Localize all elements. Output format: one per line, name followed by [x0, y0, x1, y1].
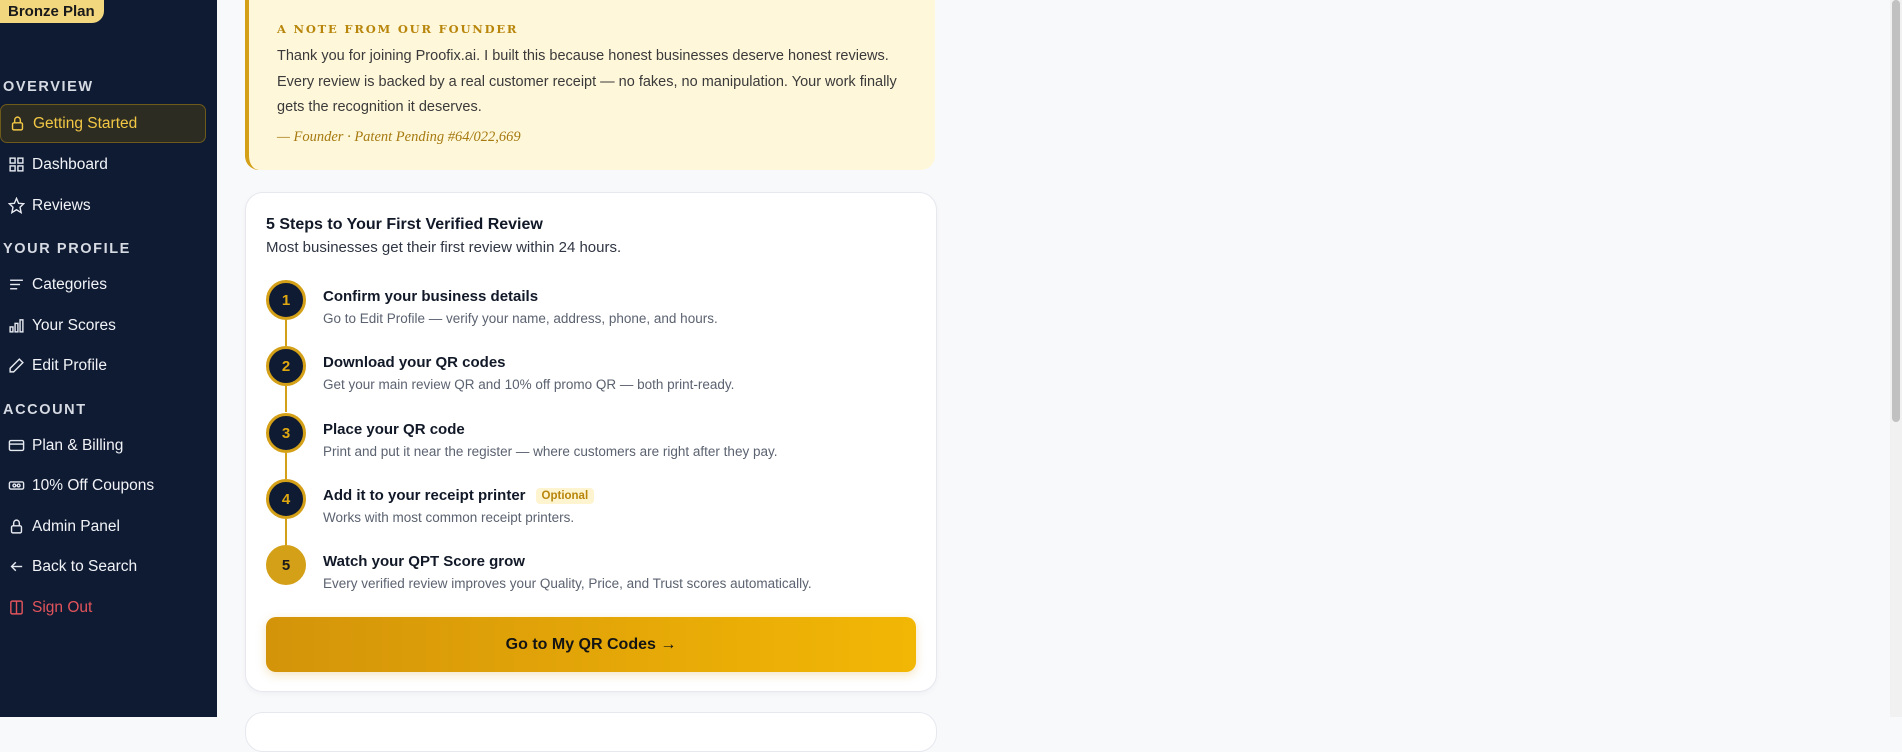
step-number: 5	[266, 545, 306, 585]
sidebar-item-getting-started[interactable]: Getting Started	[0, 104, 206, 143]
steps-card: 5 Steps to Your First Verified Review Mo…	[245, 192, 937, 692]
scrollbar[interactable]	[1890, 0, 1902, 717]
founder-note-title: A NOTE FROM OUR FOUNDER	[277, 22, 519, 36]
sidebar-item-label: 10% Off Coupons	[32, 476, 155, 494]
sidebar-item-admin-panel[interactable]: Admin Panel	[0, 507, 206, 546]
step-connector	[285, 519, 287, 545]
sidebar-item-edit-profile[interactable]: Edit Profile	[0, 346, 206, 385]
sidebar-item-categories[interactable]: Categories	[0, 265, 206, 304]
sidebar-item-sign-out[interactable]: Sign Out	[0, 588, 206, 627]
lock-icon	[5, 115, 29, 132]
optional-badge: Optional	[535, 488, 595, 504]
steps-card-subtitle: Most businesses get their first review w…	[266, 239, 622, 256]
sign-out-icon	[4, 599, 28, 616]
step-number: 2	[266, 346, 306, 386]
step-connector	[285, 320, 287, 346]
founder-note-line: Thank you for joining Proofix.ai. I buil…	[277, 48, 889, 64]
founder-note-body: Thank you for joining Proofix.ai. I buil…	[277, 44, 905, 121]
step-title: Confirm your business details	[323, 288, 539, 305]
sidebar-item-label: Plan & Billing	[32, 436, 124, 454]
star-icon	[4, 197, 28, 214]
next-card	[245, 712, 937, 752]
arrow-left-icon	[4, 558, 28, 575]
ticket-icon	[4, 477, 28, 494]
step-description: Every verified review improves your Qual…	[323, 576, 812, 591]
sidebar-item-dashboard[interactable]: Dashboard	[0, 145, 206, 184]
sidebar-item-label: Admin Panel	[32, 517, 120, 535]
bar-chart-icon	[4, 317, 28, 334]
step-title: Add it to your receipt printer Optional	[323, 487, 595, 504]
steps-card-title: 5 Steps to Your First Verified Review	[266, 216, 543, 233]
sidebar-item-label: Your Scores	[32, 316, 116, 334]
sidebar-item-coupons[interactable]: 10% Off Coupons	[0, 466, 206, 505]
sidebar-item-label: Getting Started	[33, 114, 138, 132]
sidebar: Bronze Plan OVERVIEW Getting Started Das…	[0, 0, 217, 717]
sidebar-item-plan-billing[interactable]: Plan & Billing	[0, 426, 206, 465]
step-description: Go to Edit Profile — verify your name, a…	[323, 311, 718, 326]
step-title-text: Add it to your receipt printer	[323, 487, 526, 504]
step-description: Get your main review QR and 10% off prom…	[323, 377, 735, 392]
list-icon	[4, 276, 28, 293]
sidebar-item-label: Categories	[32, 275, 107, 293]
lock-icon	[4, 518, 28, 535]
sidebar-item-reviews[interactable]: Reviews	[0, 186, 206, 225]
step-description: Print and put it near the register — whe…	[323, 444, 778, 459]
scrollbar-thumb[interactable]	[1892, 0, 1900, 422]
step-number: 3	[266, 413, 306, 453]
sidebar-item-label: Reviews	[32, 196, 91, 214]
founder-note-line: Every review is backed by a real custome…	[277, 73, 897, 90]
sidebar-item-your-scores[interactable]: Your Scores	[0, 306, 206, 345]
sidebar-item-label: Edit Profile	[32, 356, 107, 374]
main-content: A NOTE FROM OUR FOUNDER Thank you for jo…	[217, 0, 1902, 752]
sidebar-item-label: Dashboard	[32, 155, 108, 173]
section-your-profile: YOUR PROFILE	[3, 241, 131, 257]
plan-badge: Bronze Plan	[0, 0, 104, 23]
founder-signature: — Founder · Patent Pending #64/022,669	[277, 128, 521, 145]
sidebar-item-label: Back to Search	[32, 557, 138, 575]
sidebar-item-back-to-search[interactable]: Back to Search	[0, 547, 206, 586]
section-overview: OVERVIEW	[3, 79, 94, 95]
step-title: Watch your QPT Score grow	[323, 553, 525, 570]
step-title: Download your QR codes	[323, 354, 506, 371]
step-number: 4	[266, 479, 306, 519]
grid-icon	[4, 156, 28, 173]
section-account: ACCOUNT	[3, 402, 87, 418]
founder-note: A NOTE FROM OUR FOUNDER Thank you for jo…	[245, 0, 935, 170]
pencil-icon	[4, 357, 28, 374]
sidebar-item-label: Sign Out	[32, 598, 93, 616]
step-description: Works with most common receipt printers.	[323, 510, 575, 525]
credit-card-icon	[4, 437, 28, 454]
founder-note-line: gets the recognition it deserves.	[277, 99, 482, 115]
step-number: 1	[266, 280, 306, 320]
go-to-qr-codes-button[interactable]: Go to My QR Codes →	[266, 617, 916, 672]
step-connector	[285, 386, 287, 412]
step-title: Place your QR code	[323, 421, 465, 438]
step-connector	[285, 453, 287, 479]
